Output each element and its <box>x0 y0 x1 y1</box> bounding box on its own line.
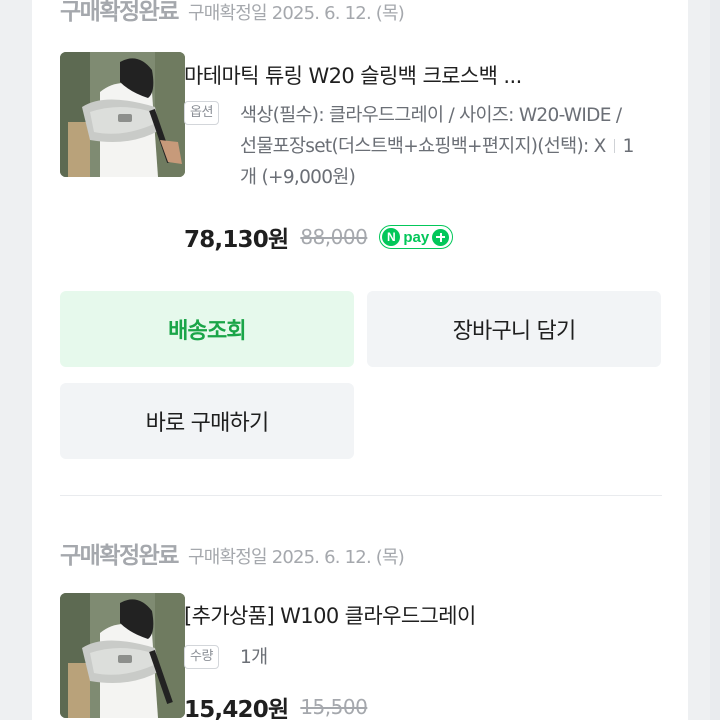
product-title[interactable]: [추가상품] W100 클라우드그레이 <box>184 600 634 630</box>
option-text: 색상(필수): 클라우드그레이 / 사이즈: W20-WIDE / 선물포장se… <box>240 105 622 157</box>
option-quantity: 1개 <box>240 647 268 668</box>
product-thumbnail[interactable] <box>60 52 185 177</box>
price-row: 15,420원 15,500 <box>184 690 368 720</box>
order-header: 구매확정완료 구매확정일 2025. 6. 12. (목) <box>60 0 405 28</box>
confirm-date: 구매확정일 2025. 6. 12. (목) <box>187 547 405 568</box>
order-list-card: 구매확정완료 구매확정일 2025. 6. 12. (목) 마테마틱 튜링 W2… <box>32 0 688 720</box>
price-row: 78,130원 88,000 N pay <box>184 220 454 254</box>
order-status: 구매확정완료 <box>60 543 179 569</box>
option-details: 색상(필수): 클라우드그레이 / 사이즈: W20-WIDE / 선물포장se… <box>240 100 640 193</box>
option-separator <box>613 139 615 153</box>
npay-plus-badge: N pay <box>379 225 454 249</box>
product-thumbnail[interactable] <box>60 593 185 718</box>
original-price: 15,500 <box>300 695 368 719</box>
option-badge: 옵션 <box>184 101 219 125</box>
product-title[interactable]: 마테마틱 튜링 W20 슬링백 크로스백 ... <box>184 60 634 90</box>
confirm-date: 구매확정일 2025. 6. 12. (목) <box>187 3 405 24</box>
sale-price: 15,420원 <box>184 697 289 720</box>
npay-label: pay <box>403 228 430 246</box>
add-to-cart-button[interactable]: 장바구니 담기 <box>367 291 661 367</box>
sale-price: 78,130원 <box>184 227 289 253</box>
original-price: 88,000 <box>300 225 368 249</box>
order-header: 구매확정완료 구매확정일 2025. 6. 12. (목) <box>60 536 405 572</box>
product-photo-icon <box>60 593 185 718</box>
order-divider <box>60 495 662 496</box>
plus-icon <box>432 228 450 246</box>
buy-now-button[interactable]: 바로 구매하기 <box>60 383 354 459</box>
page-edge <box>710 0 720 720</box>
track-delivery-button[interactable]: 배송조회 <box>60 291 354 367</box>
quantity-badge: 수량 <box>184 645 219 669</box>
option-details: 1개 <box>240 642 640 673</box>
product-photo-icon <box>60 52 185 177</box>
npay-n-icon: N <box>382 228 401 246</box>
order-status: 구매확정완료 <box>60 0 179 25</box>
